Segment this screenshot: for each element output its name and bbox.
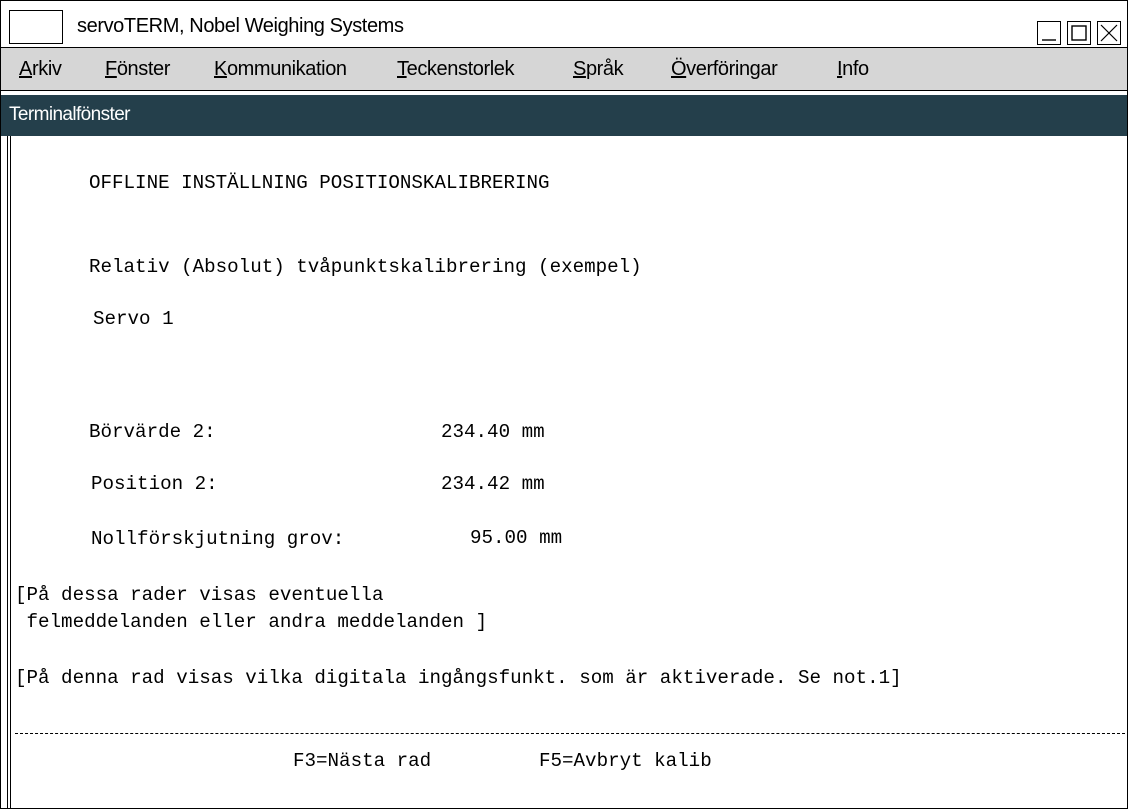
menu-teckenstorlek-label: eckenstorlek [406,58,515,80]
field-value-position: 234.42 mm [441,473,545,495]
separator-dashed-line [15,733,1125,734]
digital-inputs-line: [På denna rad visas vilka digitala ingån… [15,667,902,689]
menu-bar: Arkiv Fönster Kommunikation Teckenstorle… [1,48,1127,91]
minimize-icon [1042,39,1056,41]
menu-kommunikation[interactable]: Kommunikation [214,58,347,81]
window-title: servoTERM, Nobel Weighing Systems [77,15,404,37]
menu-sprak[interactable]: Språk [573,58,624,81]
field-label-borvarde: Börvärde 2: [89,421,216,443]
terminal-panel-title: Terminalfönster [9,104,130,125]
menu-fonster-mnemonic: F [105,58,117,80]
field-label-nollforskjutning: Nollförskjutning grov: [91,528,345,550]
menu-teckenstorlek[interactable]: Teckenstorlek [397,58,514,81]
app-window: servoTERM, Nobel Weighing Systems Arkiv … [0,0,1128,809]
system-menu-button[interactable] [9,10,63,44]
terminal-screen[interactable]: OFFLINE INSTÄLLNING POSITIONSKALIBRERING… [1,136,1127,808]
menu-kommunikation-mnemonic: K [214,58,227,80]
menu-fonster-label: önster [116,58,171,80]
f3-key-hint[interactable]: F3=Nästa rad [293,751,431,771]
field-value-nollforskjutning: 95.00 mm [470,527,563,549]
f5-key-hint[interactable]: F5=Avbryt kalib [539,751,712,771]
close-icon [1100,24,1118,42]
field-value-borvarde: 234.40 mm [441,421,545,443]
menu-overforingar-mnemonic: Ö [671,58,687,80]
menu-arkiv-mnemonic: A [19,58,32,80]
terminal-subheading: Relativ (Absolut) tvåpunktskalibrering (… [89,256,642,278]
terminal-panel-header: Terminalfönster [1,95,1127,136]
menu-arkiv-label: rkiv [31,58,62,80]
minimize-button[interactable] [1037,21,1061,45]
terminal-servo-label: Servo 1 [93,308,174,330]
close-button[interactable] [1097,21,1121,45]
menu-fonster[interactable]: Fönster [105,58,170,81]
message-line-1: [På dessa rader visas eventuella [15,584,384,606]
menu-sprak-mnemonic: S [573,58,586,80]
menu-sprak-label: pråk [585,58,624,80]
terminal-heading: OFFLINE INSTÄLLNING POSITIONSKALIBRERING [89,172,550,194]
menu-teckenstorlek-mnemonic: T [397,58,407,80]
maximize-icon [1071,25,1087,41]
title-bar: servoTERM, Nobel Weighing Systems [1,1,1127,48]
menu-arkiv[interactable]: Arkiv [19,58,62,81]
message-line-2: felmeddelanden eller andra meddelanden ] [15,611,488,633]
field-label-position: Position 2: [91,473,218,495]
maximize-button[interactable] [1067,21,1091,45]
menu-overforingar-label: verföringar [686,58,778,80]
menu-info[interactable]: Info [837,58,869,81]
menu-overforingar[interactable]: Överföringar [671,58,778,81]
menu-kommunikation-label: ommunikation [226,58,347,80]
menu-info-label: nfo [842,58,869,80]
